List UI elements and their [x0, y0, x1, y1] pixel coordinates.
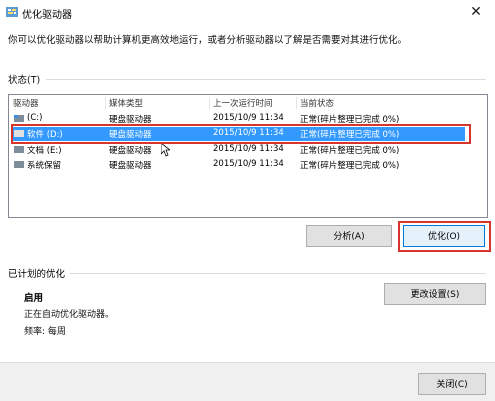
- status-divider: [46, 79, 486, 80]
- scheduled-divider: [70, 273, 486, 274]
- scheduled-optimization-label: 已计划的优化: [8, 269, 66, 280]
- media-type: 硬盘驱动器: [109, 161, 152, 171]
- current-status: 正常(碎片整理已完成 0%): [300, 161, 400, 171]
- scheduled-description: 正在自动优化驱动器。: [24, 310, 115, 320]
- column-header-last-run[interactable]: 上一次运行时间: [213, 97, 273, 109]
- change-settings-button[interactable]: 更改设置(S): [384, 283, 486, 305]
- last-run-time: 2015/10/9 11:34: [213, 144, 284, 154]
- scheduled-frequency: 频率: 每周: [24, 327, 66, 337]
- last-run-time: 2015/10/9 11:34: [213, 159, 284, 169]
- column-header-status[interactable]: 当前状态: [300, 97, 334, 109]
- drive-list[interactable]: 驱动器 媒体类型 上一次运行时间 当前状态 (C:) 硬盘驱动器 2015/10…: [8, 94, 488, 218]
- hard-drive-icon: [14, 161, 24, 168]
- column-header-drive[interactable]: 驱动器: [13, 97, 39, 109]
- annotation-highlight-optimize: [398, 221, 491, 252]
- status-label: 状态(T): [8, 75, 41, 86]
- close-button[interactable]: 关闭(C): [418, 373, 486, 395]
- column-header-media[interactable]: 媒体类型: [109, 97, 143, 109]
- close-icon: ✕: [470, 4, 482, 20]
- analyze-button[interactable]: 分析(A): [306, 225, 392, 247]
- window-title: 优化驱动器: [22, 10, 72, 21]
- drive-name: 系统保留: [27, 161, 62, 171]
- drive-row[interactable]: 文档 (E:) 硬盘驱动器 2015/10/9 11:34 正常(碎片整理已完成…: [11, 143, 465, 157]
- drive-row[interactable]: 系统保留 硬盘驱动器 2015/10/9 11:34 正常(碎片整理已完成 0%…: [11, 158, 465, 172]
- defrag-app-icon: [6, 7, 18, 17]
- current-status: 正常(碎片整理已完成 0%): [300, 146, 400, 156]
- media-type: 硬盘驱动器: [109, 146, 152, 156]
- title-bar: 优化驱动器 ✕: [0, 0, 495, 26]
- hard-drive-icon: [14, 115, 24, 122]
- scheduled-state: 启用: [24, 293, 44, 304]
- intro-text: 你可以优化驱动器以帮助计算机更高效地运行，或者分析驱动器以了解是否需要对其进行优…: [8, 35, 408, 46]
- close-window-button[interactable]: ✕: [459, 0, 493, 24]
- drive-name: 文档 (E:): [27, 146, 62, 156]
- dialog-footer: 关闭(C): [0, 362, 495, 401]
- mouse-cursor-icon: [161, 143, 170, 157]
- last-run-time: 2015/10/9 11:34: [213, 113, 284, 123]
- annotation-highlight-row: [11, 124, 471, 144]
- drive-name: (C:): [27, 113, 43, 123]
- hard-drive-icon: [14, 146, 24, 153]
